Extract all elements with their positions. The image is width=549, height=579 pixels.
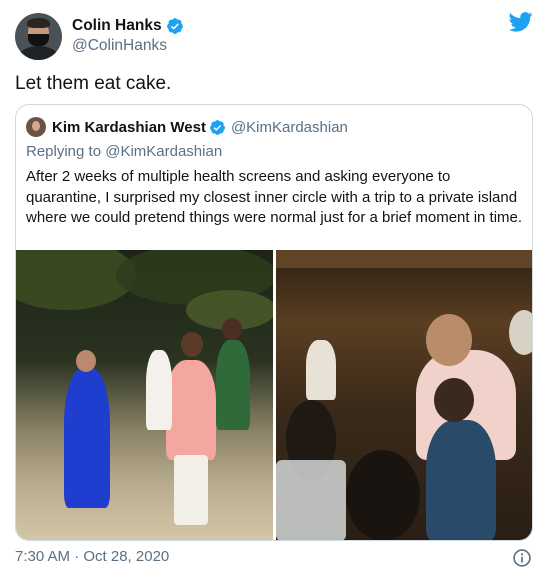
timestamp[interactable]: 7:30 AM · Oct 28, 2020	[15, 548, 169, 565]
person-blue-dress	[64, 368, 110, 508]
child	[425, 420, 496, 540]
info-icon[interactable]	[512, 548, 532, 568]
quoted-text: After 2 weeks of multiple health screens…	[26, 168, 523, 226]
quoted-author[interactable]: Kim Kardashian West @KimKardashian	[26, 117, 348, 137]
author-avatar[interactable]	[15, 12, 62, 60]
tweet-card: Colin Hanks @ColinHanks Let them eat cak…	[0, 0, 549, 579]
author-handle[interactable]: @ColinHanks	[72, 36, 184, 56]
tweet-text: Let them eat cake.	[15, 73, 172, 94]
reply-context: Replying to @KimKardashian	[26, 143, 222, 160]
media-grid	[16, 250, 532, 540]
author-names: Colin Hanks @ColinHanks	[72, 16, 184, 56]
quoted-tweet[interactable]: Kim Kardashian West @KimKardashian Reply…	[15, 104, 533, 541]
quoted-handle[interactable]: @KimKardashian	[231, 119, 348, 136]
author-block[interactable]: Colin Hanks @ColinHanks	[15, 12, 184, 60]
verified-badge-icon	[209, 119, 225, 135]
quoted-name[interactable]: Kim Kardashian West	[52, 119, 206, 136]
reply-prefix: Replying to	[26, 143, 102, 160]
photo-1[interactable]	[16, 250, 273, 540]
person-pink-shirt	[166, 360, 216, 460]
reply-to-link[interactable]: @KimKardashian	[105, 143, 222, 160]
photo-2[interactable]	[275, 250, 532, 540]
quoted-avatar[interactable]	[26, 117, 46, 137]
verified-badge-icon	[166, 18, 183, 34]
twitter-bird-icon[interactable]	[509, 12, 533, 32]
author-name[interactable]: Colin Hanks	[72, 16, 162, 36]
